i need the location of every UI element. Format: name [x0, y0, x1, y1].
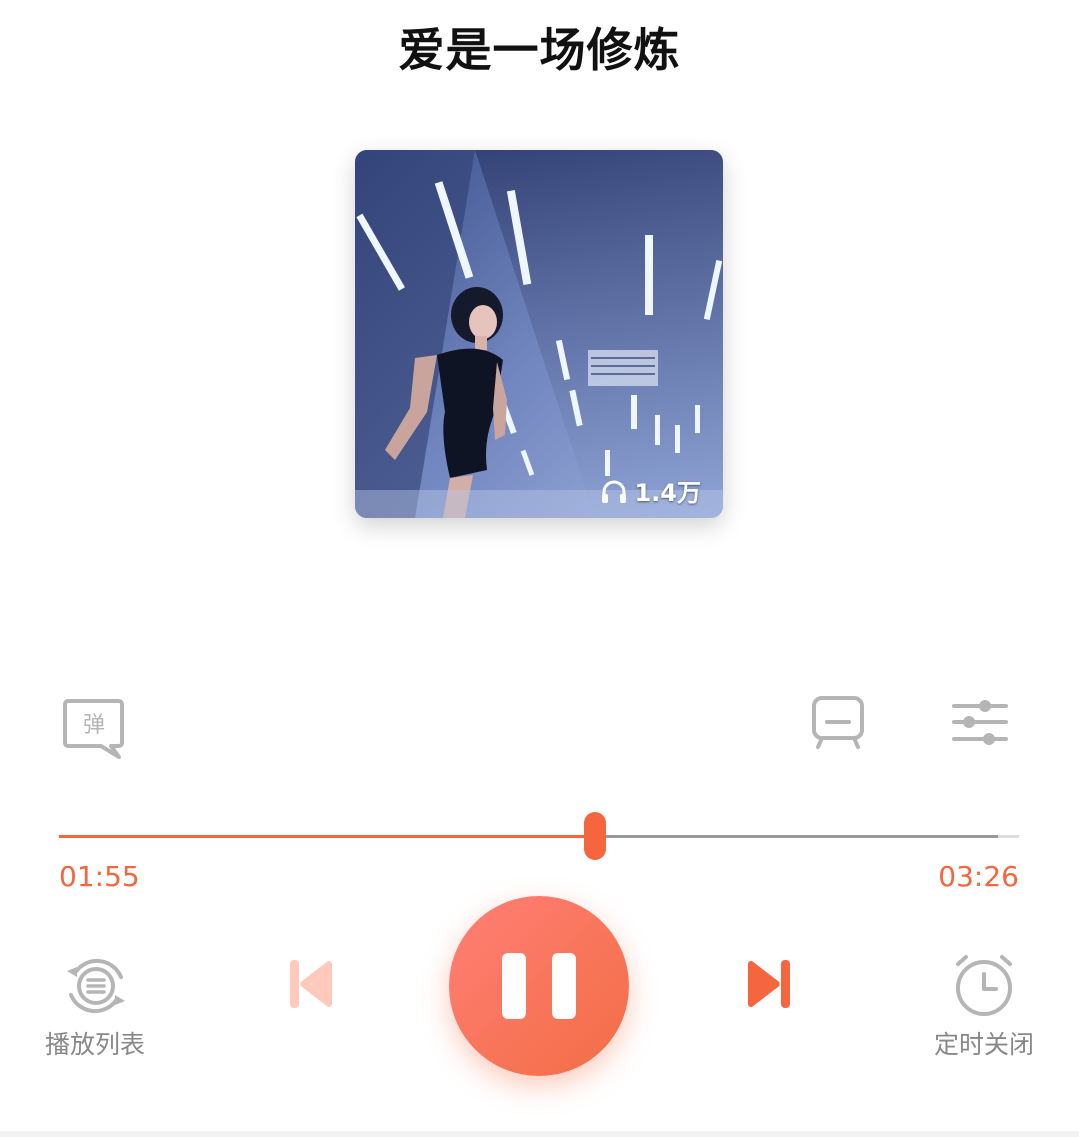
tv-lyrics-icon [812, 696, 864, 749]
lyrics-button[interactable] [810, 695, 866, 751]
next-button[interactable] [744, 958, 792, 1010]
next-icon [748, 960, 790, 1008]
equalizer-button[interactable] [951, 698, 1009, 748]
bottom-divider [0, 1131, 1079, 1137]
play-count-value: 1.4万 [634, 479, 701, 507]
previous-icon [290, 960, 332, 1008]
playlist-icon [67, 958, 125, 1014]
pause-icon [489, 953, 589, 1019]
playlist-button[interactable] [63, 955, 129, 1017]
song-title: 爱是一场修炼 [398, 23, 681, 77]
previous-button[interactable] [288, 958, 336, 1010]
progress-thumb[interactable] [583, 812, 606, 860]
equalizer-icon [952, 700, 1008, 745]
danmaku-char: 弹 [82, 713, 105, 738]
timer-label[interactable]: 定时关闭 [924, 1025, 1044, 1061]
progress-played [59, 835, 595, 838]
alarm-clock-icon [956, 955, 1012, 1016]
timer-button[interactable] [952, 952, 1016, 1018]
pause-button[interactable] [449, 896, 629, 1076]
danmaku-button[interactable]: 弹 [63, 697, 125, 761]
headphones-icon [602, 480, 627, 503]
cover-image [355, 150, 723, 518]
progress-bar[interactable] [59, 812, 1019, 860]
album-cover[interactable]: 1.4万 [355, 150, 723, 518]
current-time: 01:55 [59, 860, 140, 893]
playlist-label[interactable]: 播放列表 [35, 1025, 155, 1061]
play-count: 1.4万 [600, 473, 701, 508]
total-time: 03:26 [938, 860, 1019, 893]
